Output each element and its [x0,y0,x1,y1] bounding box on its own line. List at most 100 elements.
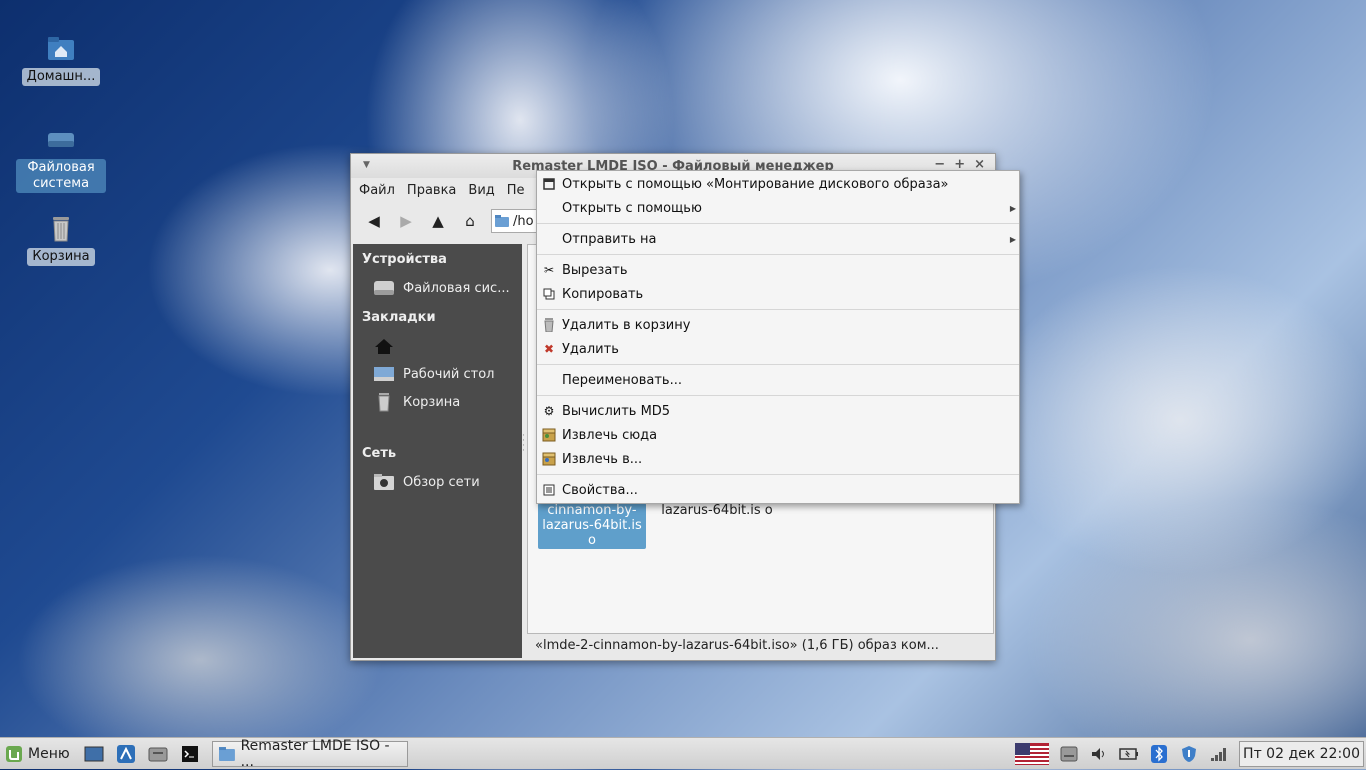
menu-edit[interactable]: Правка [401,183,462,198]
shield-icon[interactable] [1179,744,1199,764]
gear-icon: ⚙ [543,404,555,418]
terminal-icon[interactable] [180,744,200,764]
delete-x-icon: ✖ [543,342,555,356]
menu-item-label: Свойства... [562,482,638,498]
desktop-icon-filesystem[interactable]: Файловая система [16,123,106,193]
menu-item-extract-to[interactable]: Извлечь в... [537,447,1019,471]
file-name: lazarus-64bit.is o [661,503,773,518]
window-menu-icon[interactable]: ▼ [363,160,370,170]
taskbar-window-label: Remaster LMDE ISO - ... [240,737,390,770]
clock[interactable]: Пт 02 дек 22:00 [1239,740,1364,767]
menu-view[interactable]: Вид [462,183,500,198]
back-icon[interactable]: ◀ [363,210,385,232]
folder-icon [495,215,509,227]
menu-item-properties[interactable]: Свойства... [537,478,1019,502]
menu-go[interactable]: Пе [501,183,531,198]
properties-icon [541,482,557,498]
menu-item-label: Извлечь в... [562,451,643,467]
menu-separator [537,254,1019,255]
menu-item-cut[interactable]: ✂ Вырезать [537,258,1019,282]
menu-separator [537,474,1019,475]
file-item-selected[interactable]: cinnamon-by-lazarus-64bit.is o [538,503,646,549]
menu-item-send-to[interactable]: Отправить на ▶ [537,227,1019,251]
bluetooth-icon[interactable] [1149,744,1169,764]
sidebar: Устройства Файловая сис... Закладки Рабо… [353,244,522,658]
desktop-icon-label: Домашн... [21,68,101,86]
desktop-icon-label: Корзина [27,248,95,266]
system-tray: Пт 02 дек 22:00 [1015,738,1366,769]
sidebar-header-devices: Устройства [362,252,447,267]
network-signal-icon[interactable] [1209,744,1229,764]
browser-icon[interactable] [116,744,136,764]
drive-tray-icon[interactable] [1059,744,1079,764]
desktop-icon-label: Файловая система [16,159,106,193]
desktop-icon-trash[interactable]: Корзина [16,212,106,266]
sidebar-header-network: Сеть [362,446,397,461]
menu-item-md5[interactable]: ⚙ Вычислить MD5 [537,399,1019,423]
show-desktop-icon[interactable] [84,744,104,764]
start-menu-label: Меню [28,745,70,762]
archive-icon [541,451,557,467]
menu-item-open-with-mount[interactable]: Открыть с помощью «Монтирование дисковог… [537,172,1019,196]
trash-icon [53,217,69,242]
home-folder-icon [48,37,74,60]
sidebar-item-home[interactable] [353,332,522,360]
menu-item-copy[interactable]: Копировать [537,282,1019,306]
menu-item-label: Извлечь сюда [562,427,658,443]
file-manager-icon[interactable] [148,744,168,764]
drive-icon [48,133,74,147]
menu-item-label: Переименовать... [562,372,682,388]
window-icon [541,176,557,192]
sidebar-item-label: Рабочий стол [403,366,495,382]
trash-icon [541,317,557,333]
menu-item-label: Открыть с помощью «Монтирование дисковог… [562,176,949,192]
battery-icon[interactable] [1119,744,1139,764]
menu-item-move-to-trash[interactable]: Удалить в корзину [537,313,1019,337]
forward-icon[interactable]: ▶ [395,210,417,232]
sidebar-header-bookmarks: Закладки [362,310,436,325]
menu-item-label: Копировать [562,286,644,302]
up-icon[interactable]: ▲ [427,210,449,232]
menu-item-delete[interactable]: ✖ Удалить [537,337,1019,361]
drive-icon [373,278,395,298]
sidebar-item-network[interactable]: Обзор сети [353,468,522,496]
location-text: /ho [513,213,534,229]
file-item[interactable]: lazarus-64bit.is o [652,503,782,518]
scissors-icon: ✂ [543,263,555,277]
trash-icon [373,392,395,412]
sidebar-item-label: Файловая сис... [403,280,510,296]
submenu-arrow-icon: ▶ [1009,234,1016,244]
menu-item-label: Удалить [562,341,619,357]
menu-item-open-with[interactable]: Открыть с помощью ▶ [537,196,1019,220]
menu-separator [537,395,1019,396]
taskbar: Меню Remaster LMDE ISO - ... Пт 02 дек 2… [0,737,1366,770]
menu-item-label: Удалить в корзину [562,317,691,333]
pane-resize-handle[interactable]: · · · · [522,432,526,464]
menu-item-label: Вырезать [562,262,628,278]
taskbar-window-button[interactable]: Remaster LMDE ISO - ... [211,737,408,770]
archive-icon [541,427,557,443]
menu-separator [537,364,1019,365]
volume-icon[interactable] [1089,744,1109,764]
start-menu-button[interactable]: Меню [0,740,70,768]
menu-item-label: Открыть с помощью [562,200,702,216]
sidebar-item-label: Обзор сети [403,474,480,490]
sidebar-item-desktop[interactable]: Рабочий стол [353,360,522,388]
file-name: cinnamon-by-lazarus-64bit.is o [542,503,642,548]
context-menu: Открыть с помощью «Монтирование дисковог… [536,170,1020,504]
menu-file[interactable]: Файл [353,183,401,198]
menu-item-label: Отправить на [562,231,657,247]
menu-item-extract-here[interactable]: Извлечь сюда [537,423,1019,447]
desktop-icon-home[interactable]: Домашн... [16,32,106,86]
sidebar-item-trash[interactable]: Корзина [353,388,522,416]
home-icon[interactable]: ⌂ [459,210,481,232]
home-icon [373,336,395,356]
sidebar-item-filesystem[interactable]: Файловая сис... [353,274,522,302]
menu-item-label: Вычислить MD5 [562,403,671,419]
copy-icon [541,286,557,302]
keyboard-layout-flag-icon[interactable] [1015,742,1050,765]
folder-icon [218,746,235,761]
sidebar-item-label: Корзина [403,394,461,410]
menu-item-rename[interactable]: Переименовать... [537,368,1019,392]
submenu-arrow-icon: ▶ [1009,203,1016,213]
